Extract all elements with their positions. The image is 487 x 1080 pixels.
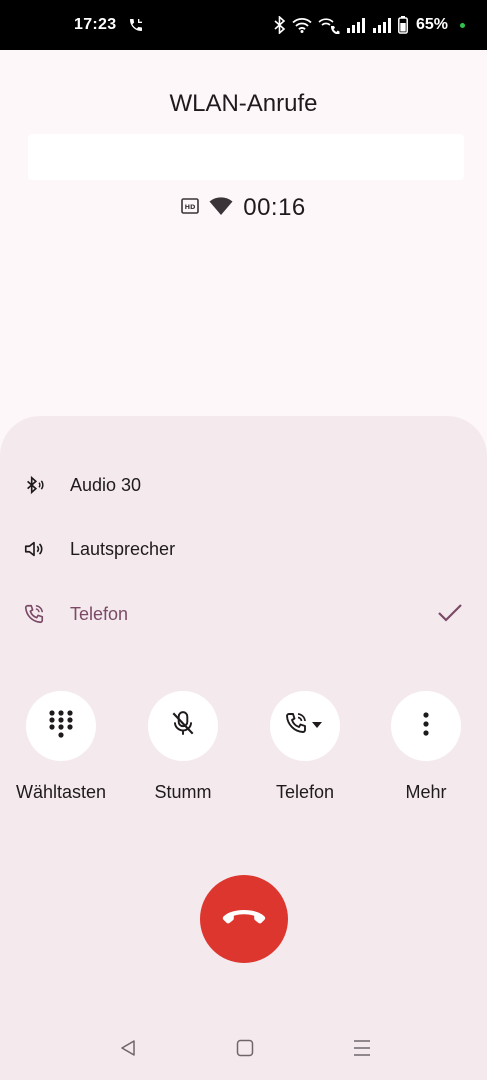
bluetooth-audio-icon — [22, 473, 46, 497]
signal-icon — [372, 17, 392, 33]
home-icon — [236, 1039, 254, 1062]
back-button[interactable] — [116, 1038, 140, 1062]
call-meta: HD 00:16 — [0, 194, 487, 222]
more-control: Mehr — [366, 691, 486, 811]
wifi-icon — [209, 196, 233, 221]
battery-icon — [398, 16, 408, 34]
privacy-dot — [460, 22, 465, 28]
recents-button[interactable] — [350, 1038, 374, 1062]
dialpad-button[interactable] — [26, 691, 96, 761]
audio-route-control: Telefon — [245, 691, 365, 811]
caller-name-field — [28, 134, 464, 180]
dialpad-control: Wähltasten — [1, 691, 121, 811]
bluetooth-icon — [274, 16, 286, 34]
back-icon — [119, 1039, 137, 1062]
hd-icon: HD — [181, 197, 200, 219]
home-button[interactable] — [233, 1038, 257, 1062]
more-button[interactable] — [391, 691, 461, 761]
check-icon — [437, 602, 463, 629]
signal-icon — [346, 17, 366, 33]
phone-audio-route-icon — [285, 711, 325, 742]
call-title: WLAN-Anrufe — [169, 90, 318, 117]
end-call-button[interactable] — [200, 875, 288, 963]
audio-option-label: Telefon — [70, 603, 129, 624]
mute-label: Stumm — [154, 782, 212, 802]
wifi-calling-icon — [318, 16, 340, 34]
battery-percent: 65% — [415, 16, 448, 33]
status-bar: 17:23 65% — [0, 0, 487, 50]
speaker-icon — [22, 537, 46, 561]
audio-option-label: Lautsprecher — [70, 538, 176, 559]
more-vert-icon — [422, 711, 430, 742]
mute-control: Stumm — [123, 691, 243, 811]
call-active-icon — [128, 17, 144, 33]
more-label: Mehr — [405, 782, 447, 802]
audio-option-bluetooth[interactable]: Audio 30 — [0, 457, 487, 513]
dialpad-label: Wähltasten — [15, 782, 107, 802]
navigation-bar — [0, 1030, 487, 1070]
call-timer: 00:16 — [243, 194, 306, 221]
audio-option-speaker[interactable]: Lautsprecher — [0, 521, 487, 577]
dialpad-icon — [48, 709, 74, 744]
call-controls: Wähltasten Stumm Telefon Mehr — [0, 691, 487, 811]
recents-icon — [352, 1039, 372, 1062]
audio-route-button[interactable] — [270, 691, 340, 761]
phone-icon — [22, 602, 46, 626]
audio-option-label: Audio 30 — [70, 474, 142, 495]
mic-off-icon — [170, 710, 196, 743]
audio-option-phone[interactable]: Telefon — [0, 586, 487, 642]
audio-route-label: Telefon — [275, 782, 335, 802]
mute-button[interactable] — [148, 691, 218, 761]
wifi-icon — [292, 17, 312, 33]
status-time: 17:23 — [74, 16, 117, 33]
call-end-icon — [221, 907, 267, 932]
svg-text:HD: HD — [185, 203, 196, 211]
